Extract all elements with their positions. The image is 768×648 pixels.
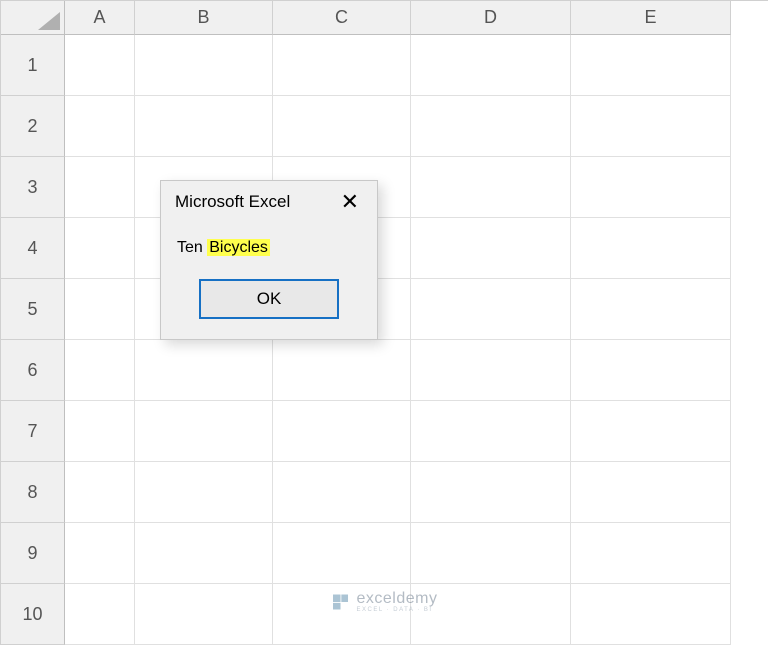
row-header-8[interactable]: 8: [1, 462, 65, 523]
cell-d3[interactable]: [411, 157, 571, 218]
cell-a7[interactable]: [65, 401, 135, 462]
cell-e4[interactable]: [571, 218, 731, 279]
row-header-5[interactable]: 5: [1, 279, 65, 340]
cell-e8[interactable]: [571, 462, 731, 523]
cell-c8[interactable]: [273, 462, 411, 523]
dialog-title: Microsoft Excel: [175, 192, 290, 212]
col-header-b[interactable]: B: [135, 1, 273, 35]
cell-e1[interactable]: [571, 35, 731, 96]
row-header-4[interactable]: 4: [1, 218, 65, 279]
select-all-corner[interactable]: [1, 1, 65, 35]
cell-d6[interactable]: [411, 340, 571, 401]
row-header-7[interactable]: 7: [1, 401, 65, 462]
cell-b7[interactable]: [135, 401, 273, 462]
cell-b6[interactable]: [135, 340, 273, 401]
row-header-3[interactable]: 3: [1, 157, 65, 218]
cell-c6[interactable]: [273, 340, 411, 401]
cell-a9[interactable]: [65, 523, 135, 584]
dialog-footer: OK: [161, 279, 377, 339]
row-header-6[interactable]: 6: [1, 340, 65, 401]
cell-d5[interactable]: [411, 279, 571, 340]
cell-d7[interactable]: [411, 401, 571, 462]
watermark-sub: EXCEL · DATA · BI: [357, 607, 438, 613]
row-header-1[interactable]: 1: [1, 35, 65, 96]
cell-e2[interactable]: [571, 96, 731, 157]
cell-a2[interactable]: [65, 96, 135, 157]
cell-a4[interactable]: [65, 218, 135, 279]
cell-d8[interactable]: [411, 462, 571, 523]
col-header-d[interactable]: D: [411, 1, 571, 35]
cell-e5[interactable]: [571, 279, 731, 340]
cell-d2[interactable]: [411, 96, 571, 157]
cell-a6[interactable]: [65, 340, 135, 401]
cell-e3[interactable]: [571, 157, 731, 218]
col-header-e[interactable]: E: [571, 1, 731, 35]
spreadsheet-grid: A B C D E 1 2 3 4 5 6 7 8 9: [0, 0, 768, 645]
message-text-highlighted: Bicycles: [207, 239, 270, 256]
message-text-plain: Ten: [177, 239, 203, 256]
cell-b9[interactable]: [135, 523, 273, 584]
cell-e7[interactable]: [571, 401, 731, 462]
cell-a1[interactable]: [65, 35, 135, 96]
exceldemy-logo-icon: [331, 592, 351, 612]
cell-b8[interactable]: [135, 462, 273, 523]
watermark: exceldemy EXCEL · DATA · BI: [331, 591, 438, 613]
cell-b10[interactable]: [135, 584, 273, 645]
cell-d4[interactable]: [411, 218, 571, 279]
cell-a10[interactable]: [65, 584, 135, 645]
row-header-2[interactable]: 2: [1, 96, 65, 157]
cell-c2[interactable]: [273, 96, 411, 157]
close-icon[interactable]: ✕: [337, 191, 363, 213]
dialog-titlebar[interactable]: Microsoft Excel ✕: [161, 181, 377, 221]
col-header-c[interactable]: C: [273, 1, 411, 35]
cell-c9[interactable]: [273, 523, 411, 584]
col-header-a[interactable]: A: [65, 1, 135, 35]
cell-a5[interactable]: [65, 279, 135, 340]
cell-c7[interactable]: [273, 401, 411, 462]
cell-e10[interactable]: [571, 584, 731, 645]
msgbox-dialog: Microsoft Excel ✕ Ten Bicycles OK: [160, 180, 378, 340]
cell-c1[interactable]: [273, 35, 411, 96]
cell-b2[interactable]: [135, 96, 273, 157]
ok-button[interactable]: OK: [199, 279, 339, 319]
watermark-text: exceldemy EXCEL · DATA · BI: [357, 591, 438, 613]
cell-a8[interactable]: [65, 462, 135, 523]
dialog-message: Ten Bicycles: [161, 221, 377, 279]
cell-e9[interactable]: [571, 523, 731, 584]
cell-d1[interactable]: [411, 35, 571, 96]
cell-a3[interactable]: [65, 157, 135, 218]
row-header-10[interactable]: 10: [1, 584, 65, 645]
row-header-9[interactable]: 9: [1, 523, 65, 584]
watermark-brand: exceldemy: [357, 591, 438, 607]
cell-b1[interactable]: [135, 35, 273, 96]
cell-e6[interactable]: [571, 340, 731, 401]
cell-d9[interactable]: [411, 523, 571, 584]
